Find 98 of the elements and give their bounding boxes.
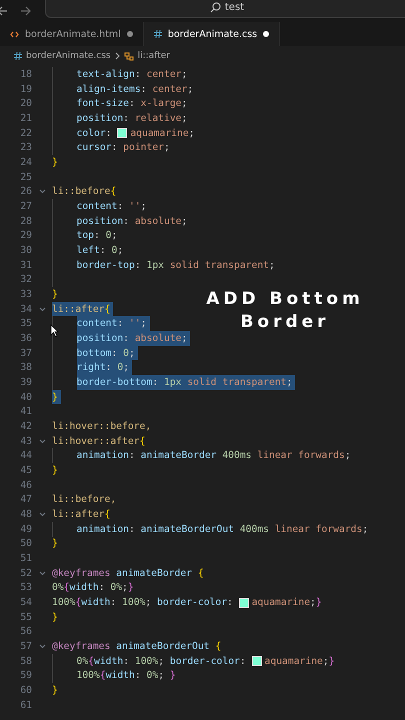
line-number: 61 xyxy=(19,700,32,711)
code-line: 0%{width: 0%;} xyxy=(52,581,134,596)
caption-text: Border xyxy=(240,311,330,334)
code-line: li:hover::before, xyxy=(52,420,152,434)
code-line: 0%{width: 100%; border-color: aquamarine;} xyxy=(76,654,335,669)
line-number: 53 xyxy=(19,582,32,594)
code-line: } xyxy=(52,684,58,698)
line-number: 28 xyxy=(19,216,32,227)
code-line: position: relative; xyxy=(76,112,188,126)
line-number: 46 xyxy=(19,480,32,491)
code-line: 100%{width: 0%; } xyxy=(76,669,176,684)
code-line: font-size: x-large; xyxy=(76,97,188,112)
line-number: 57 xyxy=(19,641,32,652)
line-number: 59 xyxy=(19,670,32,682)
breadcrumb-file[interactable]: borderAnimate.css xyxy=(26,51,111,61)
editor-tab[interactable]: borderAnimate.css xyxy=(144,22,280,46)
line-number: 20 xyxy=(19,98,32,110)
code-line: } xyxy=(52,537,58,552)
line-number: 31 xyxy=(19,260,32,271)
line-number: 18 xyxy=(19,68,32,80)
code-line: animation: animateBorder 400ms linear forwards; xyxy=(76,449,351,464)
fold-chevron-icon[interactable] xyxy=(38,189,46,194)
code-line: li::after{ xyxy=(52,508,110,522)
line-number: 34 xyxy=(19,304,32,315)
hash-icon xyxy=(14,52,22,60)
color-swatch[interactable] xyxy=(238,598,249,608)
line-number: 42 xyxy=(19,420,32,432)
hash-icon xyxy=(154,30,162,38)
code-line: cursor: pointer; xyxy=(76,141,170,156)
code-line: li:hover::after{ xyxy=(52,434,146,448)
search-icon xyxy=(210,2,221,13)
line-number: 32 xyxy=(19,274,32,286)
line-number: 58 xyxy=(19,656,32,667)
line-number: 52 xyxy=(19,568,32,579)
line-number: 23 xyxy=(19,142,32,154)
code-line: } xyxy=(52,610,58,625)
mouse-pointer-icon xyxy=(50,324,59,337)
code-line: content: ''; xyxy=(76,200,147,214)
line-number: 24 xyxy=(19,156,32,168)
code-line: 100%{width: 100%; border-color: aquamarine;} xyxy=(52,596,322,610)
search-field[interactable]: test xyxy=(45,0,405,18)
code-line: align-items: center; xyxy=(76,82,194,96)
line-number: 21 xyxy=(19,112,32,124)
code-line: animation: animateBorderOut 400ms linear forwards; xyxy=(76,522,368,536)
code-line: @keyframes animateBorder { xyxy=(52,566,204,581)
line-number: 43 xyxy=(19,436,32,447)
code-line: } xyxy=(52,288,58,302)
line-number: 36 xyxy=(19,332,32,344)
line-number: 60 xyxy=(19,685,32,696)
line-number: 25 xyxy=(19,172,32,183)
line-number: 30 xyxy=(19,244,32,256)
fold-chevron-icon[interactable] xyxy=(38,438,46,444)
code-line: position: absolute; xyxy=(76,214,188,228)
line-number: 48 xyxy=(19,508,32,520)
chevron-right-icon xyxy=(114,52,120,60)
code-line: @keyframes animateBorderOut { xyxy=(52,640,222,654)
breadcrumb-symbol[interactable]: li::after xyxy=(138,51,170,61)
code-line: li::before{ xyxy=(52,185,116,200)
line-number: 56 xyxy=(19,626,32,638)
line-number: 37 xyxy=(19,348,32,359)
fold-chevron-icon[interactable] xyxy=(38,512,46,517)
code-line: li::before, xyxy=(52,493,116,508)
back-arrow-icon[interactable] xyxy=(0,6,7,16)
code-line: } xyxy=(52,464,58,478)
symbol-icon xyxy=(124,52,134,60)
line-number: 49 xyxy=(19,524,32,535)
line-number: 51 xyxy=(19,553,32,564)
line-number: 29 xyxy=(19,230,32,242)
line-number: 44 xyxy=(19,450,32,462)
forward-arrow-icon[interactable] xyxy=(21,6,31,16)
line-number: 39 xyxy=(19,376,32,388)
line-number: 54 xyxy=(19,597,32,608)
code-line: top: 0; xyxy=(76,229,118,244)
line-number: 22 xyxy=(19,128,32,139)
line-number: 38 xyxy=(19,362,32,374)
fold-chevron-icon[interactable] xyxy=(38,570,46,576)
code-brackets-icon xyxy=(10,30,19,38)
code-line: left: 0; xyxy=(76,244,124,258)
line-number: 50 xyxy=(19,538,32,550)
caption-text: ADD Bottom xyxy=(206,288,364,311)
line-number: 40 xyxy=(19,392,32,403)
line-number: 26 xyxy=(19,186,32,198)
code-line: color: aquamarine; xyxy=(76,126,195,140)
code-line: text-align: center; xyxy=(76,68,188,82)
line-number: 33 xyxy=(19,288,32,300)
line-number: 41 xyxy=(19,406,32,418)
code-line: } xyxy=(52,156,58,170)
line-number: 19 xyxy=(19,84,32,94)
color-swatch[interactable] xyxy=(252,656,262,666)
line-number: 47 xyxy=(19,494,32,506)
color-swatch[interactable] xyxy=(117,128,128,138)
fold-chevron-icon[interactable] xyxy=(38,306,46,312)
line-number: 35 xyxy=(19,318,32,330)
line-number: 55 xyxy=(19,612,32,623)
code-line: border-top: 1px solid transparent; xyxy=(76,258,275,272)
line-number: 45 xyxy=(19,464,32,476)
line-number: 27 xyxy=(19,200,32,212)
fold-chevron-icon[interactable] xyxy=(38,644,46,650)
